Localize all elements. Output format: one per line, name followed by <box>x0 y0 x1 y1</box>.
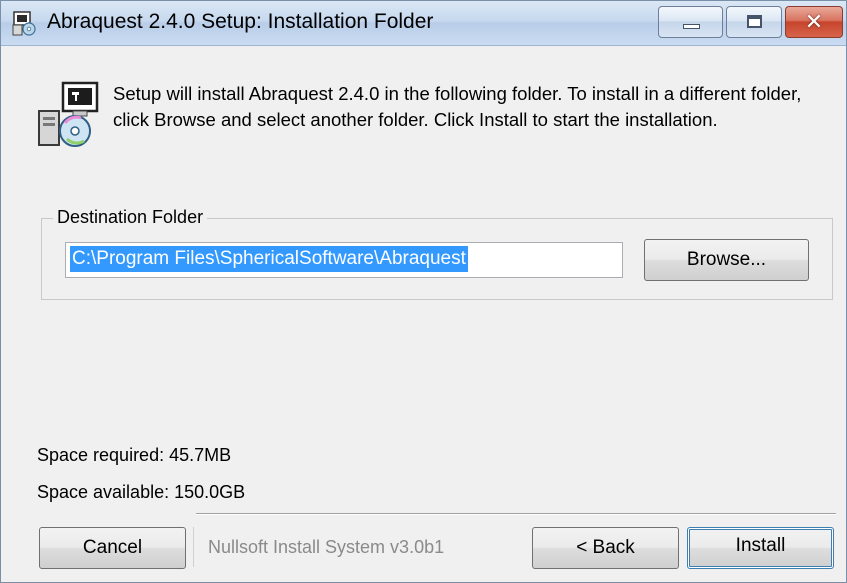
cancel-button[interactable]: Cancel <box>39 527 186 569</box>
intro-description: Setup will install Abraquest 2.4.0 in th… <box>113 83 802 130</box>
branding-divider <box>193 527 195 567</box>
destination-folder-label: Destination Folder <box>53 207 208 228</box>
title-bar[interactable]: Abraquest 2.4.0 Setup: Installation Fold… <box>1 1 846 46</box>
destination-path-value: C:\Program Files\SphericalSoftware\Abraq… <box>70 246 468 272</box>
setup-window: Abraquest 2.4.0 Setup: Installation Fold… <box>0 0 847 583</box>
space-required: Space required: 45.7MB <box>37 445 232 465</box>
browse-button-label: Browse... <box>686 249 767 270</box>
space-available: Space available: 150.0GB <box>37 482 246 502</box>
nsis-branding: Nullsoft Install System v3.0b1 <box>208 537 445 557</box>
back-button-label: < Back <box>576 537 635 558</box>
window-title: Abraquest 2.4.0 Setup: Installation Fold… <box>47 10 434 33</box>
close-button[interactable]: ✕ <box>785 6 843 38</box>
close-icon: ✕ <box>804 9 824 34</box>
setup-computer-disc-icon <box>38 81 99 147</box>
maximize-icon <box>747 15 762 28</box>
minimize-button[interactable] <box>658 6 723 38</box>
minimize-icon <box>683 24 700 29</box>
installer-app-icon <box>12 11 36 36</box>
footer-separator <box>196 513 836 515</box>
cancel-button-label: Cancel <box>82 537 143 558</box>
install-button-label: Install <box>735 535 786 556</box>
maximize-button[interactable] <box>726 6 782 38</box>
destination-path-field[interactable]: C:\Program Files\SphericalSoftware\Abraq… <box>65 242 623 278</box>
install-button[interactable]: Install <box>687 527 834 569</box>
browse-button[interactable]: Browse... <box>644 239 809 281</box>
back-button[interactable]: < Back <box>532 527 679 569</box>
